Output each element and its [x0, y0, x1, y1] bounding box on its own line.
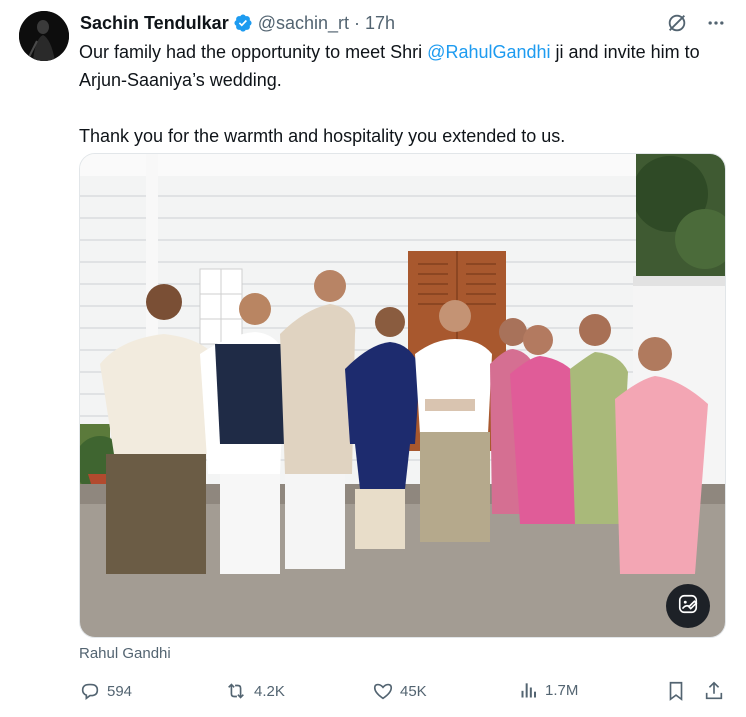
like-count: 45K: [400, 682, 427, 700]
tweet-photo[interactable]: [79, 153, 726, 638]
tweet: Sachin Tendulkar @sachin_rt · 17h Our fa…: [0, 0, 746, 717]
reply-icon: [79, 680, 101, 702]
share-icon: [703, 680, 725, 702]
tagged-users[interactable]: Rahul Gandhi: [79, 645, 171, 662]
bookmark-icon: [665, 680, 687, 702]
repost-count: 4.2K: [254, 682, 285, 700]
more-icon[interactable]: [706, 13, 726, 33]
photo-info-button[interactable]: [666, 584, 710, 628]
views-button[interactable]: 1.7M: [519, 680, 578, 700]
separator-dot: ·: [354, 12, 361, 33]
verified-badge-icon: [233, 13, 253, 33]
tweet-action-bar: 594 4.2K 45K 1.7M: [79, 680, 729, 704]
views-icon: [519, 680, 539, 700]
tagged-user-name[interactable]: Rahul Gandhi: [79, 645, 171, 662]
tweet-paragraph-2: Thank you for the warmth and hospitality…: [79, 126, 566, 146]
tweet-text: Our family had the opportunity to meet S…: [79, 38, 729, 150]
tweet-text-part: Our family had the opportunity to meet S…: [79, 42, 428, 62]
repost-button[interactable]: 4.2K: [224, 680, 285, 702]
photo-info-icon: [677, 593, 699, 620]
reply-count: 594: [107, 682, 133, 700]
mention-link[interactable]: @RahulGandhi: [427, 42, 550, 62]
views-count: 1.7M: [545, 681, 579, 699]
author-name[interactable]: Sachin Tendulkar: [80, 13, 229, 34]
reply-button[interactable]: 594: [79, 680, 132, 702]
author-handle[interactable]: @sachin_rt: [258, 13, 349, 34]
like-button[interactable]: 45K: [372, 680, 427, 702]
tweet-top-actions: [666, 12, 726, 34]
grok-icon[interactable]: [666, 12, 688, 34]
tweet-paragraph-1: Our family had the opportunity to meet S…: [79, 38, 729, 94]
avatar[interactable]: [19, 11, 69, 61]
repost-icon: [224, 680, 248, 702]
timestamp[interactable]: 17h: [365, 13, 395, 34]
bookmark-button[interactable]: [665, 680, 687, 702]
tweet-header: Sachin Tendulkar @sachin_rt · 17h: [80, 11, 395, 35]
share-button[interactable]: [703, 680, 725, 702]
heart-icon: [372, 680, 394, 702]
